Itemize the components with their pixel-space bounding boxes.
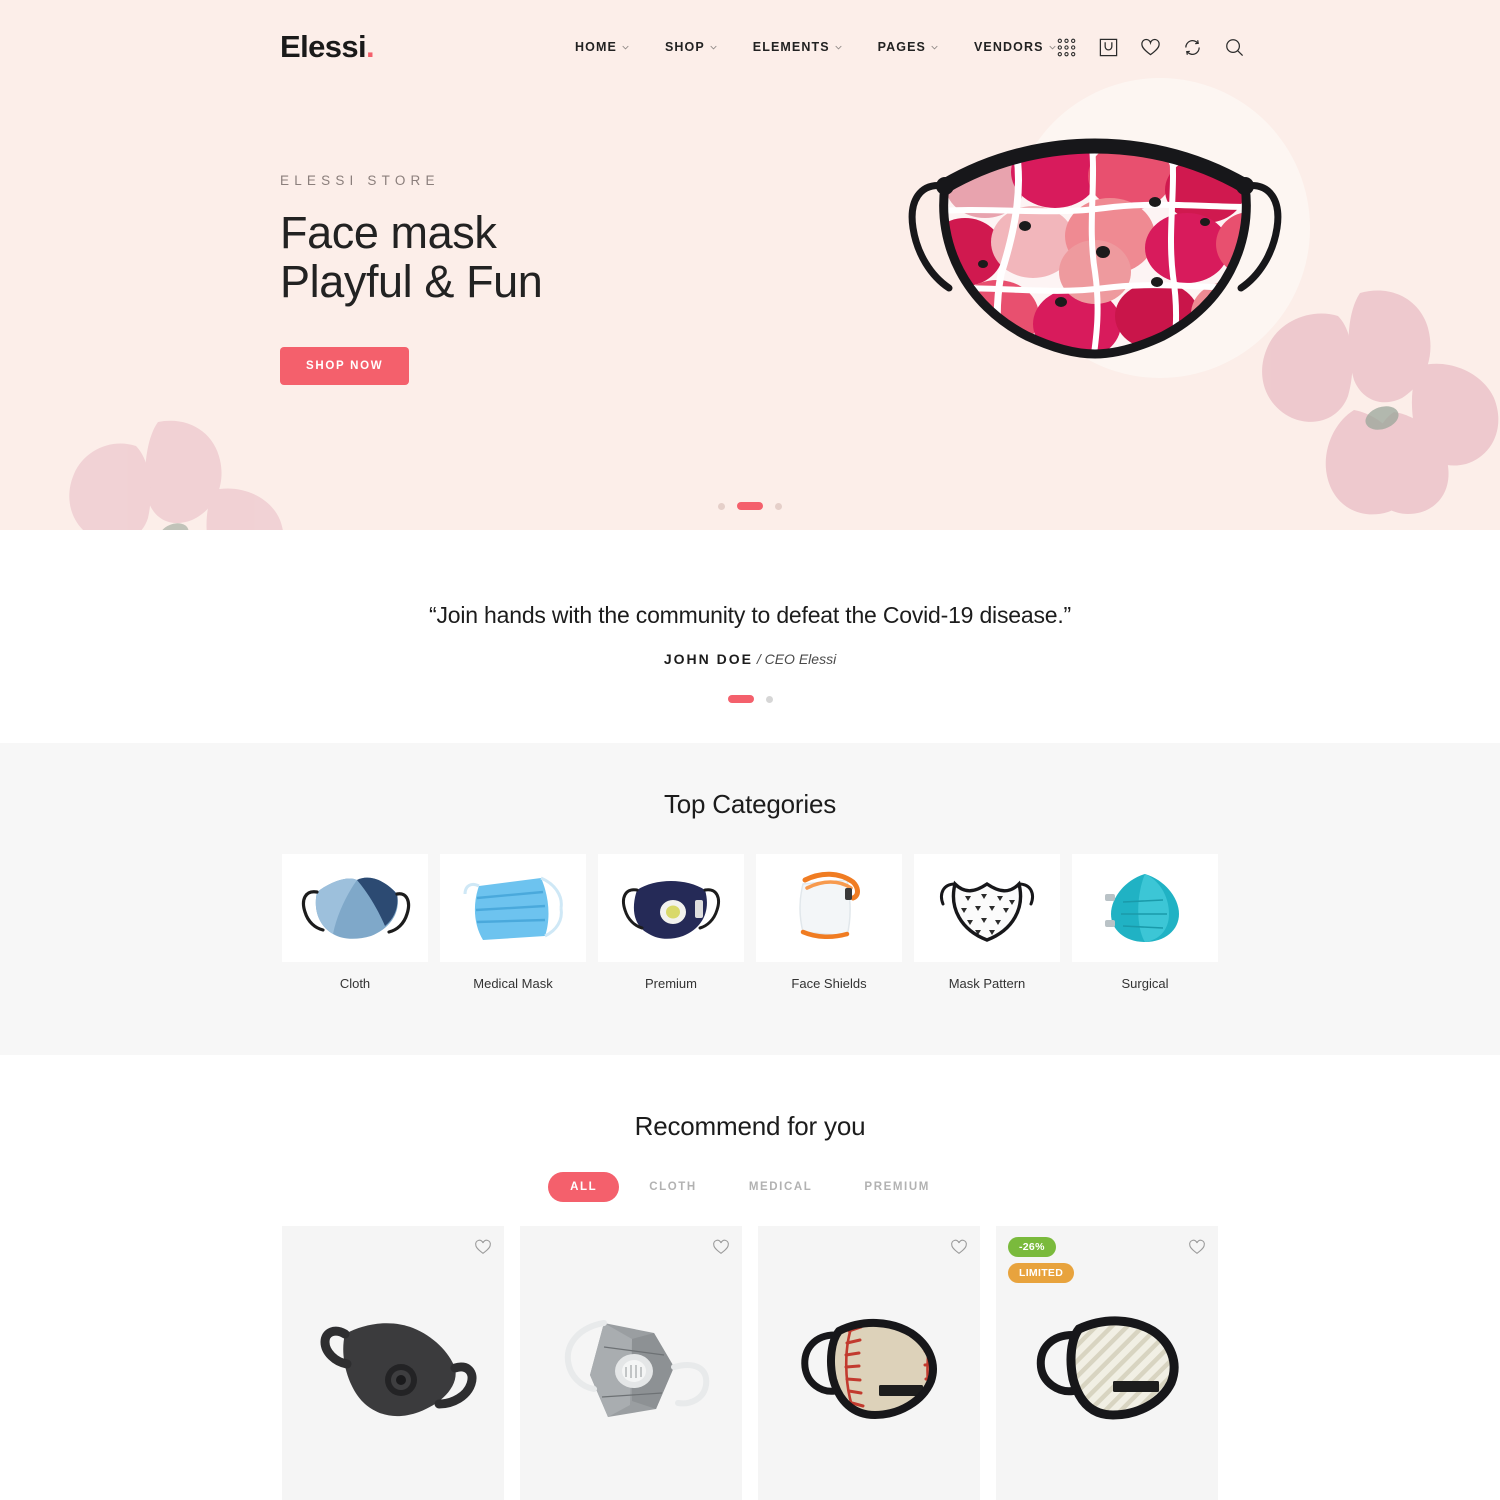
product-grid: SmartMask Pro $43.00	[0, 1226, 1500, 1500]
nav-item-home[interactable]: HOME	[575, 40, 629, 54]
product-card[interactable]: Inspirational HEPA Filters $28.00	[758, 1226, 980, 1500]
nav-item-shop[interactable]: SHOP	[665, 40, 717, 54]
testimonial-quote: “Join hands with the community to defeat…	[429, 602, 1071, 628]
medical-mask-blue-image	[440, 854, 586, 962]
nav-item-vendors[interactable]: VENDORS	[974, 40, 1056, 54]
category-label: Mask Pattern	[948, 976, 1026, 991]
wishlist-heart-icon[interactable]	[712, 1238, 730, 1256]
product-card[interactable]: -26% LIMITED	[996, 1226, 1218, 1500]
wishlist-heart-icon[interactable]	[1188, 1238, 1206, 1256]
category-item-cloth[interactable]: Cloth	[282, 854, 428, 991]
cloth-mask-blue-image	[282, 854, 428, 962]
product-image-grey-kn95-mask-valve	[520, 1226, 742, 1500]
filter-tab-medical[interactable]: MEDICAL	[727, 1172, 835, 1202]
testimonial-author-line: JOHN DOE / CEO Elessi	[0, 651, 1500, 667]
hero-title-line1: Face mask	[280, 207, 497, 259]
testimonial-author-role: / CEO Elessi	[756, 651, 837, 667]
hero-body: ELESSI STORE Face mask Playful & Fun SHO…	[0, 94, 1500, 464]
main-navigation: HOME SHOP ELEMENTS PAGES VENDORS	[575, 40, 1056, 54]
product-image-striped-beige-mask: -26% LIMITED	[996, 1226, 1218, 1500]
hero-dot-3[interactable]	[775, 502, 782, 510]
product-image-baseball-print-mask	[758, 1226, 980, 1500]
hero-title-line2: Playful & Fun	[280, 256, 543, 307]
site-logo[interactable]: Elessi.	[280, 29, 375, 65]
chevron-down-icon	[931, 45, 938, 49]
category-item-surgical[interactable]: Surgical	[1072, 854, 1218, 991]
product-card[interactable]: KN95 mask $42.00	[520, 1226, 742, 1500]
chevron-down-icon	[710, 45, 717, 49]
discount-badge: -26%	[1008, 1237, 1056, 1257]
compare-refresh-icon[interactable]	[1182, 37, 1203, 58]
product-badges: -26% LIMITED	[1008, 1237, 1075, 1283]
filter-tab-all[interactable]: ALL	[548, 1172, 620, 1202]
top-categories-section: Top Categories Cloth Medical Mask Premiu…	[0, 743, 1500, 1055]
chevron-down-icon	[1048, 45, 1056, 49]
nav-label: SHOP	[664, 40, 705, 54]
testimonial-section: “Join hands with the community to defeat…	[0, 530, 1500, 743]
chevron-down-icon	[622, 45, 629, 49]
category-item-mask-pattern[interactable]: Mask Pattern	[914, 854, 1060, 991]
product-image-black-smart-mask-valve	[282, 1226, 504, 1500]
pattern-mask-hearts-image	[914, 854, 1060, 962]
category-label: Surgical	[1121, 976, 1169, 991]
category-item-medical-mask[interactable]: Medical Mask	[440, 854, 586, 991]
category-grid: Cloth Medical Mask Premium Face Shields …	[0, 854, 1500, 991]
testimonial-dot-2[interactable]	[765, 695, 773, 703]
testimonial-author-name: JOHN DOE	[663, 651, 753, 667]
recommend-section: Recommend for you ALL CLOTH MEDICAL PREM…	[0, 1055, 1500, 1500]
hero-title: Face mask Playful & Fun	[280, 209, 750, 306]
page-root: Elessi. HOME SHOP ELEMENTS PAGES VENDORS…	[0, 0, 1500, 1500]
nav-label: PAGES	[877, 40, 926, 54]
nav-label: VENDORS	[974, 40, 1044, 54]
shopping-bag-icon[interactable]	[1098, 37, 1119, 58]
hero-eyebrow: ELESSI STORE	[280, 173, 440, 189]
hero-copy: ELESSI STORE Face mask Playful & Fun SHO…	[280, 173, 750, 385]
testimonial-dot-1[interactable]	[727, 695, 754, 703]
chevron-down-icon	[835, 45, 842, 49]
category-label: Cloth	[339, 976, 371, 991]
recommend-title: Recommend for you	[634, 1111, 866, 1141]
nav-item-elements[interactable]: ELEMENTS	[753, 40, 842, 54]
hero-section: Elessi. HOME SHOP ELEMENTS PAGES VENDORS…	[0, 0, 1500, 530]
testimonial-carousel-dots	[0, 695, 1500, 703]
shop-now-button[interactable]: SHOP NOW	[280, 346, 410, 385]
logo-dot: .	[366, 29, 375, 64]
face-shield-orange-image	[756, 854, 902, 962]
hero-carousel-dots	[0, 502, 1500, 510]
wishlist-heart-icon[interactable]	[950, 1238, 968, 1256]
category-label: Medical Mask	[473, 976, 553, 991]
top-categories-title: Top Categories	[663, 789, 837, 819]
category-item-premium[interactable]: Premium	[598, 854, 744, 991]
header-icon-group	[1056, 37, 1245, 58]
category-item-face-shields[interactable]: Face Shields	[756, 854, 902, 991]
grid-apps-icon[interactable]	[1056, 37, 1077, 58]
nav-label: HOME	[575, 40, 617, 54]
nav-item-pages[interactable]: PAGES	[878, 40, 938, 54]
category-label: Premium	[644, 976, 697, 991]
search-icon[interactable]	[1224, 37, 1245, 58]
category-label: Face Shields	[791, 976, 867, 991]
logo-text: Elessi	[280, 29, 367, 64]
heart-wishlist-icon[interactable]	[1140, 37, 1161, 58]
filter-tab-premium[interactable]: PREMIUM	[842, 1172, 952, 1202]
hero-dot-1[interactable]	[718, 502, 725, 510]
limited-badge: LIMITED	[1008, 1263, 1075, 1283]
nav-label: ELEMENTS	[752, 40, 830, 54]
recommend-filter-tabs: ALL CLOTH MEDICAL PREMIUM	[0, 1172, 1500, 1202]
hero-dot-2[interactable]	[737, 502, 763, 510]
product-card[interactable]: SmartMask Pro $43.00	[282, 1226, 504, 1500]
premium-mask-navy-image	[598, 854, 744, 962]
wishlist-heart-icon[interactable]	[474, 1238, 492, 1256]
site-header: Elessi. HOME SHOP ELEMENTS PAGES VENDORS	[0, 0, 1500, 94]
filter-tab-cloth[interactable]: CLOTH	[627, 1172, 719, 1202]
hero-product-image	[905, 124, 1285, 379]
surgical-mask-teal-image	[1072, 854, 1218, 962]
